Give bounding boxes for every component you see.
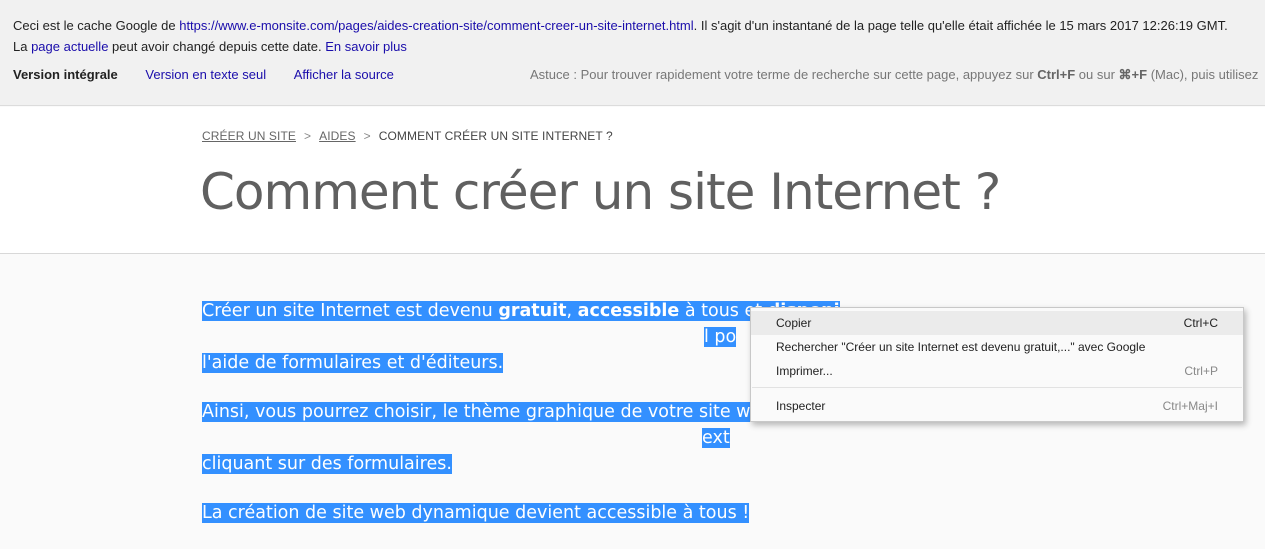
tip-middle: ou sur — [1075, 67, 1119, 82]
tab-text-only-version[interactable]: Version en texte seul — [145, 67, 266, 82]
tip-suffix: (Mac), puis utilisez — [1147, 67, 1259, 82]
breadcrumb-create-site[interactable]: CRÉER UN SITE — [202, 129, 296, 143]
tip-key-ctrl-f: Ctrl+F — [1037, 67, 1076, 82]
cache-notice-prefix: La — [13, 39, 32, 54]
tip-prefix: Astuce : Pour trouver rapidement votre t… — [530, 67, 1038, 82]
cache-notice-middle: peut avoir changé depuis cette date. — [108, 39, 326, 54]
context-menu: Copier Ctrl+C Rechercher "Créer un site … — [750, 307, 1244, 422]
selected-text: cliquant sur des formulaires. — [202, 454, 452, 474]
selected-text-tail: ext — [702, 428, 730, 448]
selected-text-tail: l po — [704, 327, 737, 347]
menu-separator — [752, 387, 1242, 388]
cache-info-suffix: . Il s'agit d'un instantané de la page t… — [693, 18, 1228, 33]
selected-text: La création de site web dynamique devien… — [202, 503, 750, 523]
menu-item-label: Rechercher "Créer un site Internet est d… — [776, 340, 1146, 354]
menu-item-label: Imprimer... — [776, 364, 833, 378]
search-tip: Astuce : Pour trouver rapidement votre t… — [530, 67, 1258, 83]
breadcrumb-separator: > — [303, 129, 312, 143]
google-cache-banner: Ceci est le cache Google de https://www.… — [0, 0, 1265, 106]
tab-view-source[interactable]: Afficher la source — [294, 67, 394, 82]
menu-item-shortcut: Ctrl+Maj+I — [1162, 399, 1218, 413]
article-paragraph-3[interactable]: La création de site web dynamique devien… — [202, 500, 1265, 526]
bold-text: accessible — [577, 301, 680, 321]
selected-text: Créer un site Internet est devenu gratui… — [202, 301, 840, 321]
tab-full-version[interactable]: Version intégrale — [13, 67, 118, 82]
learn-more-link[interactable]: En savoir plus — [325, 39, 407, 54]
menu-item-shortcut: Ctrl+P — [1184, 364, 1218, 378]
page-title: Comment créer un site Internet ? — [200, 163, 1001, 221]
text-run: Créer un site Internet est devenu — [202, 301, 499, 321]
selected-text: Ainsi, vous pourrez choisir, le thème gr… — [202, 402, 778, 422]
breadcrumb: CRÉER UN SITE > AIDES > COMMENT CRÉER UN SIT… — [202, 129, 613, 143]
current-page-link[interactable]: page actuelle — [31, 39, 108, 54]
cache-version-tabs: Version intégrale Version en texte seul … — [13, 67, 418, 82]
breadcrumb-help[interactable]: AIDES — [319, 129, 356, 143]
bold-text: gratuit — [498, 301, 567, 321]
selected-text: l'aide de formulaires et d'éditeurs. — [202, 353, 504, 373]
context-menu-search-google[interactable]: Rechercher "Créer un site Internet est d… — [751, 335, 1243, 359]
cache-info-line: Ceci est le cache Google de https://www.… — [13, 18, 1228, 33]
menu-item-label: Copier — [776, 316, 812, 330]
menu-item-label: Inspecter — [776, 399, 826, 413]
text-run: , — [566, 301, 578, 321]
cache-notice-line: La page actuelle peut avoir changé depui… — [13, 39, 407, 54]
context-menu-copy[interactable]: Copier Ctrl+C — [751, 311, 1243, 335]
breadcrumb-current: COMMENT CRÉER UN SITE INTERNET ? — [378, 129, 613, 143]
breadcrumb-separator: > — [363, 129, 371, 143]
page-header: CRÉER UN SITE > AIDES > COMMENT CRÉER UN SIT… — [0, 107, 1265, 254]
cache-info-prefix: Ceci est le cache Google de — [13, 18, 180, 33]
context-menu-inspect[interactable]: Inspecter Ctrl+Maj+I — [751, 394, 1243, 418]
context-menu-print[interactable]: Imprimer... Ctrl+P — [751, 359, 1243, 383]
tip-key-cmd-f: ⌘+F — [1118, 67, 1148, 82]
cached-url-link[interactable]: https://www.e-monsite.com/pages/aides-cr… — [179, 18, 693, 33]
menu-item-shortcut: Ctrl+C — [1183, 316, 1218, 330]
